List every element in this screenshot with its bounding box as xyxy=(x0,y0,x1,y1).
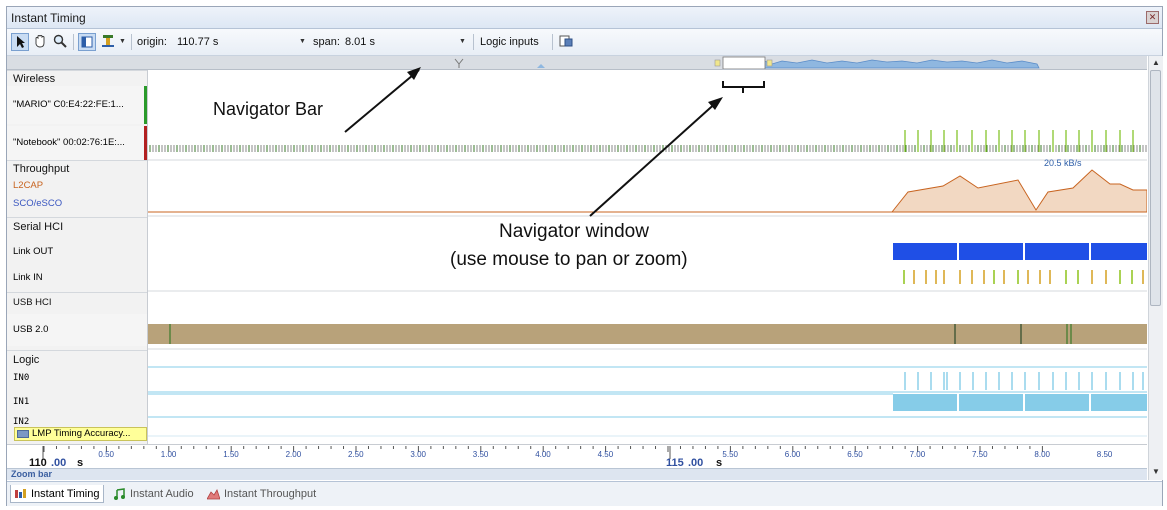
zoom-bar[interactable]: Zoom bar xyxy=(7,468,1147,480)
axis-tick-label: 2.50 xyxy=(348,450,364,459)
label-link-out: Link OUT xyxy=(13,246,54,257)
export-icon[interactable] xyxy=(557,33,575,51)
axis-tick-label: 5.50 xyxy=(722,450,738,459)
time-axis: 0.50 1.00 1.50 2.00 2.50 3.00 3.50 4.00 4.50 5.50… xyxy=(7,444,1147,469)
label-link-in: Link IN xyxy=(13,272,43,283)
vertical-scrollbar[interactable]: ▲ ▼ xyxy=(1148,56,1163,480)
axis-tick-label: 7.00 xyxy=(910,450,926,459)
pointer-icon[interactable] xyxy=(11,33,29,51)
axis-tick-label: 7.50 xyxy=(972,450,988,459)
axis-tick-label: 2.00 xyxy=(286,450,302,459)
toolbar-separator xyxy=(73,34,74,50)
throughput-value-label: 20.5 kB/s xyxy=(1044,158,1082,168)
close-icon[interactable]: ✕ xyxy=(1146,11,1159,24)
label-usb-2-0[interactable]: USB 2.0 xyxy=(7,314,147,346)
tab-instant-timing-label: Instant Timing xyxy=(31,488,100,500)
navigator-window-annotation: Navigator window xyxy=(499,221,649,242)
axis-tick-label: 8.50 xyxy=(1097,450,1113,459)
marker-dropdown-icon[interactable]: ▼ xyxy=(119,38,126,45)
logic-inputs-button[interactable]: Logic inputs xyxy=(480,36,539,48)
timing-tab-icon xyxy=(15,489,26,498)
hand-icon[interactable] xyxy=(31,33,49,51)
lmp-timing-accuracy-badge[interactable]: LMP Timing Accuracy... xyxy=(14,427,147,441)
label-throughput: Throughput xyxy=(7,160,147,176)
view-tabs: Instant Timing Instant Audio Instant Thr… xyxy=(7,481,1162,506)
scroll-up-icon[interactable]: ▲ xyxy=(1152,58,1160,67)
pointer-icon-svg xyxy=(17,36,25,48)
tab-instant-throughput-label: Instant Throughput xyxy=(224,488,317,500)
origin-label: origin: xyxy=(137,36,167,48)
axis-tick-label: 6.00 xyxy=(785,450,801,459)
navigator-bar-annotation: Navigator Bar xyxy=(213,99,324,119)
axis-tick-label: 1.00 xyxy=(161,450,177,459)
lmp-icon xyxy=(17,430,29,438)
origin-dropdown-icon[interactable]: ▼ xyxy=(299,38,306,45)
label-usb-hci: USB HCI xyxy=(7,292,147,312)
link-out-blocks xyxy=(893,243,1147,260)
label-notebook-device[interactable]: "Notebook" 00:02:76:1E:... xyxy=(7,126,147,160)
label-mario-device[interactable]: "MARIO" C0:E4:22:FE:1... xyxy=(7,86,147,124)
zoom-bar-label: Zoom bar xyxy=(11,469,53,479)
axis-tick-label: 3.50 xyxy=(473,450,489,459)
throughput-tab-icon xyxy=(207,489,220,500)
tab-instant-throughput[interactable]: Instant Throughput xyxy=(204,485,320,503)
scroll-down-icon[interactable]: ▼ xyxy=(1152,467,1160,476)
span-label: span: xyxy=(313,36,340,48)
label-in0: IN0 xyxy=(13,373,30,383)
label-in1: IN1 xyxy=(13,397,30,407)
toolbar-separator xyxy=(473,34,474,50)
label-sco-esco: SCO/eSCO xyxy=(13,198,63,209)
marker-icon-svg xyxy=(102,35,114,47)
export-icon-svg xyxy=(559,35,573,47)
usb20-band xyxy=(148,324,1147,344)
in1-blocks xyxy=(893,394,1147,411)
zoom-icon-svg xyxy=(53,34,67,48)
window-title: Instant Timing xyxy=(11,11,86,25)
audio-tab-icon xyxy=(114,488,125,500)
l2cap-throughput-area xyxy=(890,169,1147,213)
toolbar-separator xyxy=(552,34,553,50)
axis-tick-label: 8.00 xyxy=(1034,450,1050,459)
tab-instant-audio-label: Instant Audio xyxy=(130,488,194,500)
axis-tick-label: 6.50 xyxy=(847,450,863,459)
span-dropdown-icon[interactable]: ▼ xyxy=(459,38,466,45)
in0-pulses xyxy=(904,372,1144,390)
label-serial-hci: Serial HCI xyxy=(7,217,147,235)
axis-tick-label: 4.50 xyxy=(598,450,614,459)
label-logic: Logic xyxy=(7,350,147,368)
zoom-icon[interactable] xyxy=(51,33,69,51)
origin-field[interactable]: 110.77 s xyxy=(177,36,218,48)
axis-tick-label: 0.50 xyxy=(98,450,114,459)
notebook-activity-ticks xyxy=(149,145,1147,152)
axis-tick-label: 4.00 xyxy=(535,450,551,459)
span-field[interactable]: 8.01 s xyxy=(345,36,375,48)
navigator-bar-overview xyxy=(454,56,1040,69)
tab-instant-audio[interactable]: Instant Audio xyxy=(110,485,198,503)
channel-labels: Wireless "MARIO" C0:E4:22:FE:1... "Noteb… xyxy=(7,70,148,444)
title-bar: Instant Timing ✕ xyxy=(7,7,1162,29)
hand-icon-svg xyxy=(35,35,45,48)
layout-icon-svg xyxy=(81,36,93,48)
label-wireless: Wireless xyxy=(7,70,147,86)
axis-tick-label: 3.00 xyxy=(410,450,426,459)
link-in-ticks xyxy=(903,270,1144,284)
time-axis-svg: 0.50 1.00 1.50 2.00 2.50 3.00 3.50 4.00 4.50 5.50… xyxy=(29,446,1113,469)
label-l2cap: L2CAP xyxy=(13,180,44,191)
tab-instant-timing[interactable]: Instant Timing xyxy=(10,485,105,503)
marker-icon[interactable] xyxy=(99,33,117,51)
instant-timing-window: Instant Timing ✕ ▼ origin: 110.77 s ▼ sp… xyxy=(6,6,1163,506)
layout-icon[interactable] xyxy=(78,33,96,51)
axis-tick-label: 1.50 xyxy=(223,450,239,459)
toolbar: ▼ origin: 110.77 s ▼ span: 8.01 s ▼ Logi… xyxy=(7,29,1162,56)
navigator-hint-annotation: (use mouse to pan or zoom) xyxy=(450,249,688,270)
scrollbar-thumb[interactable] xyxy=(1150,70,1161,306)
lmp-badge-label: LMP Timing Accuracy... xyxy=(32,428,131,439)
navigator-bar[interactable] xyxy=(7,56,1147,70)
toolbar-separator xyxy=(131,34,132,50)
